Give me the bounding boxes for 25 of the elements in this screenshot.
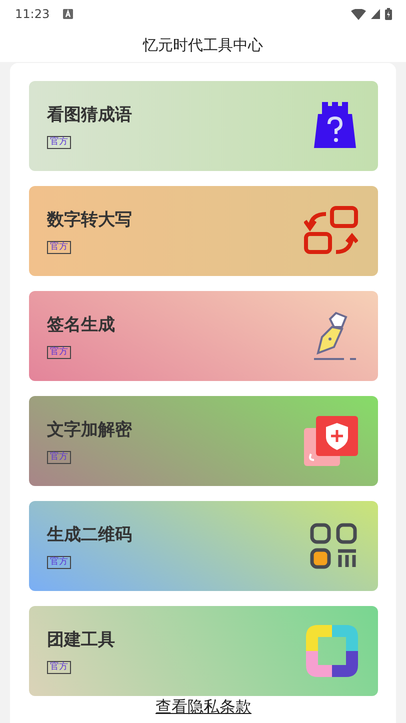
tool-card[interactable]: 生成二维码 官方 [29,501,378,591]
qr-code-icon [310,523,358,569]
battery-icon [385,8,392,20]
tool-card[interactable]: 签名生成 官方 [29,291,378,381]
team-frame-icon [306,625,358,677]
tool-card[interactable]: 看图猜成语 官方 [29,81,378,171]
privacy-link[interactable]: 查看隐私条款 [156,697,252,718]
official-tag: 官方 [47,661,71,674]
pen-nib-icon [314,311,358,361]
swap-icon [304,206,358,256]
app-title: 忆元时代工具中心 [143,36,263,54]
castle-question-icon [312,102,358,150]
notification-icon [62,9,73,19]
official-tag: 官方 [47,346,71,359]
shield-document-icon [304,416,358,466]
official-tag: 官方 [47,241,71,254]
official-tag: 官方 [47,556,71,569]
status-time: 11:23 [15,7,50,21]
official-tag: 官方 [47,451,71,464]
wifi-icon [351,8,366,20]
official-tag: 官方 [47,136,71,149]
tool-card[interactable]: 数字转大写 官方 [29,186,378,276]
tool-card[interactable]: 团建工具 官方 [29,606,378,696]
signal-icon [371,9,380,19]
tool-card[interactable]: 文字加解密 官方 [29,396,378,486]
